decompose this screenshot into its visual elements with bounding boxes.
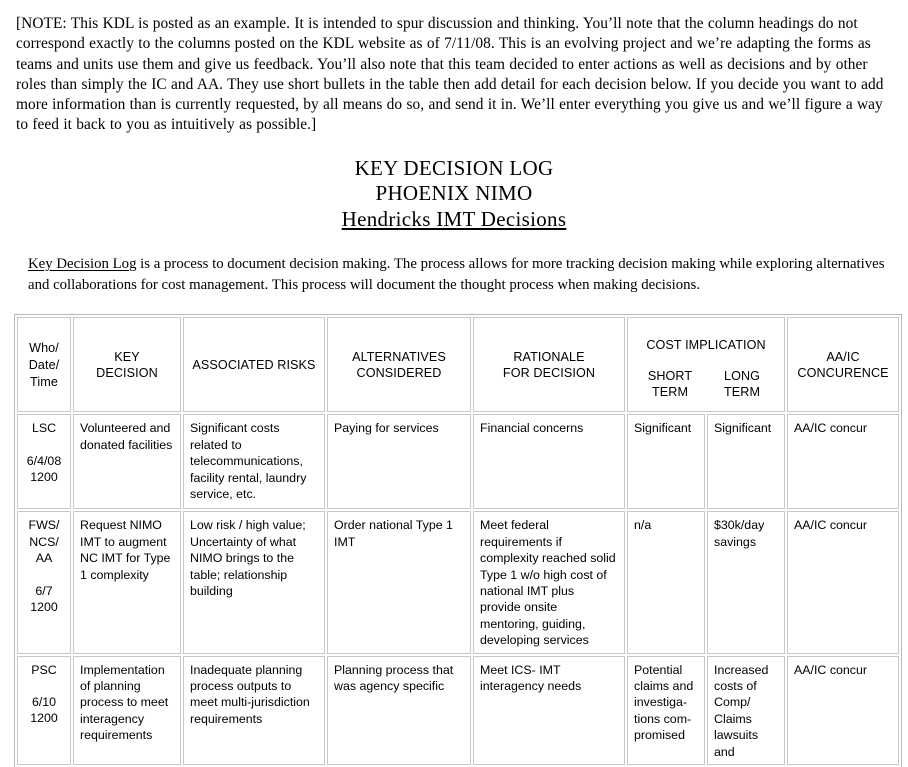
header-line-aaic: AA/IC <box>826 349 860 364</box>
intro-paragraph: Key Decision Log is a process to documen… <box>0 254 908 296</box>
date-value: 6/7 <box>35 583 53 598</box>
cell-aa-ic-concurence: AA/IC concur <box>787 655 900 765</box>
who-value-line-2: NCS/ <box>29 534 59 549</box>
header-line-decision: DECISION <box>96 366 158 381</box>
column-header-alternatives-considered: ALTERNATIVES CONSIDERED <box>327 317 471 413</box>
cell-cost-long-term: Increased costs of Comp/ Claims lawsuits… <box>707 655 786 765</box>
column-header-key-decision: KEY DECISION <box>73 317 181 413</box>
cell-cost-short-term: n/a <box>627 511 705 654</box>
time-value: 1200 <box>30 711 58 726</box>
cell-who-date-time: FWS/ NCS/ AA 6/7 1200 <box>17 511 71 654</box>
table-header-row: Who/ Date/ Time KEY DECISION ASSOCIATED … <box>17 317 900 413</box>
who-value-line-1: FWS/ <box>28 518 60 533</box>
header-line-short-term: TERM <box>651 385 689 400</box>
cell-rationale: Meet ICS- IMT interagency needs <box>473 655 625 765</box>
cell-key-decision: Request NIMO IMT to augment NC IMT for T… <box>73 511 181 654</box>
who-value-line-3: AA <box>35 551 53 566</box>
who-spacer <box>24 567 64 583</box>
intro-lead-term: Key Decision Log <box>28 256 137 273</box>
date-value: 6/10 <box>31 694 57 709</box>
cell-aa-ic-concurence: AA/IC concur <box>787 414 900 510</box>
header-line-date: Date/ <box>28 357 60 372</box>
cell-who-date-time: PSC 6/10 1200 <box>17 655 71 765</box>
who-spacer <box>24 678 64 694</box>
page-subtitle-2: Hendricks IMT Decisions <box>341 206 567 231</box>
cell-rationale: Financial concerns <box>473 414 625 510</box>
cell-associated-risks: Inadequate planning process outputs to m… <box>183 655 325 765</box>
header-line-for-decision: FOR DECISION <box>502 366 596 381</box>
time-value: 1200 <box>30 599 58 614</box>
page-subtitle: PHOENIX NIMO <box>375 181 533 206</box>
column-header-who-date-time: Who/ Date/ Time <box>17 317 71 413</box>
cell-alternatives-considered: Planning process that was agency specifi… <box>327 655 471 765</box>
header-line-who: Who/ <box>29 341 59 356</box>
column-header-short-term: SHORT TERM <box>634 368 706 401</box>
column-header-long-term: LONG TERM <box>706 368 778 401</box>
who-spacer <box>24 437 64 453</box>
table-body: LSC 6/4/08 1200 Volunteered and donated … <box>17 414 900 765</box>
table-header: Who/ Date/ Time KEY DECISION ASSOCIATED … <box>17 317 900 413</box>
cell-alternatives-considered: Paying for services <box>327 414 471 510</box>
decision-table-wrapper: Who/ Date/ Time KEY DECISION ASSOCIATED … <box>0 314 908 767</box>
cell-key-decision: Implementation of planning process to me… <box>73 655 181 765</box>
cell-rationale: Meet federal requirements if complexity … <box>473 511 625 654</box>
cell-associated-risks: Low risk / high value; Uncertainty of wh… <box>183 511 325 654</box>
cell-cost-short-term: Significant <box>627 414 705 510</box>
header-line-alternatives: ALTERNATIVES <box>352 349 446 364</box>
date-value: 6/4/08 <box>26 453 62 468</box>
cell-who-date-time: LSC 6/4/08 1200 <box>17 414 71 510</box>
column-header-rationale-for-decision: RATIONALE FOR DECISION <box>473 317 625 413</box>
header-line-long-term: TERM <box>723 385 761 400</box>
header-line-long: LONG <box>723 368 761 383</box>
who-value: LSC <box>31 421 57 436</box>
table-row: LSC 6/4/08 1200 Volunteered and donated … <box>17 414 900 510</box>
header-line-rationale: RATIONALE <box>513 349 585 364</box>
cell-alternatives-considered: Order national Type 1 IMT <box>327 511 471 654</box>
cell-cost-long-term: Significant <box>707 414 786 510</box>
time-value: 1200 <box>30 470 58 485</box>
intro-body-text: is a process to document decision making… <box>28 256 885 294</box>
cell-cost-long-term: $30k/day savings <box>707 511 786 654</box>
cost-implication-title: COST IMPLICATION <box>646 338 766 353</box>
column-header-cost-implication: COST IMPLICATION SHORT TERM LONG TERM <box>627 317 786 413</box>
header-line-concurence: CONCURENCE <box>797 366 889 381</box>
header-line-key: KEY <box>114 349 140 364</box>
cell-cost-short-term: Potential claims and investiga-tions com… <box>627 655 705 765</box>
cell-key-decision: Volunteered and donated facilities <box>73 414 181 510</box>
page-title: KEY DECISION LOG <box>354 155 554 180</box>
document-page: [NOTE: This KDL is posted as an example.… <box>0 0 908 767</box>
key-decision-table: Who/ Date/ Time KEY DECISION ASSOCIATED … <box>14 314 903 767</box>
column-header-associated-risks: ASSOCIATED RISKS <box>183 317 325 413</box>
header-line-short: SHORT <box>647 368 693 383</box>
cell-aa-ic-concurence: AA/IC concur <box>787 511 900 654</box>
note-block: [NOTE: This KDL is posted as an example.… <box>16 15 884 134</box>
column-header-aa-ic-concurence: AA/IC CONCURENCE <box>787 317 900 413</box>
header-line-considered: CONSIDERED <box>356 366 442 381</box>
table-row: PSC 6/10 1200 Implementation of planning… <box>17 655 900 765</box>
cell-associated-risks: Significant costs related to telecommuni… <box>183 414 325 510</box>
header-line-time: Time <box>30 374 58 389</box>
table-row: FWS/ NCS/ AA 6/7 1200 Request NIMO IMT t… <box>17 511 900 654</box>
document-title-block: KEY DECISION LOG PHOENIX NIMO Hendricks … <box>0 156 908 233</box>
who-value: PSC <box>31 662 57 677</box>
